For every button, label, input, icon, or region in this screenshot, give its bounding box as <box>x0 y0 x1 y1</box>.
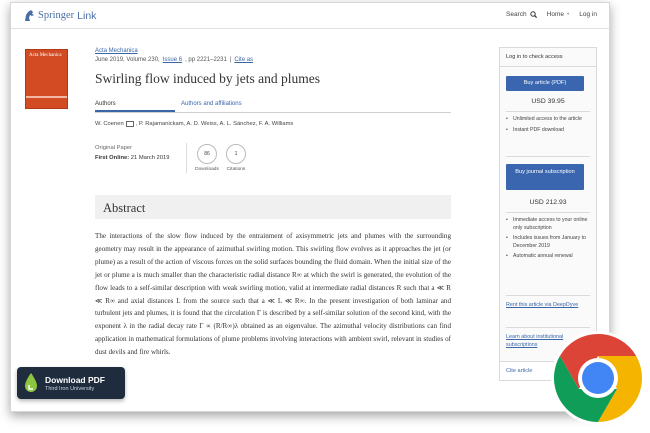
downloads-label: Downloads <box>195 167 219 172</box>
nav-search[interactable]: Search <box>506 11 537 18</box>
sidebar-divider <box>506 156 590 157</box>
sidebar-divider <box>506 295 590 296</box>
nav-home-label: Home <box>546 11 564 18</box>
download-text: Download PDF Third Iron University <box>45 375 105 392</box>
first-online-date: 21 March 2019 <box>130 155 170 161</box>
journal-features: Immediate access to your online only sub… <box>506 217 590 264</box>
sidebar-divider <box>506 327 590 328</box>
buy-article-button[interactable]: Buy article (PDF) <box>506 76 584 91</box>
login-check-access[interactable]: Log in to check access <box>500 48 596 67</box>
journal-link[interactable]: Acta Mechanica <box>95 48 138 54</box>
chrome-logo-icon <box>551 331 645 425</box>
paper-type: Original Paper <box>95 145 133 151</box>
list-item: Immediate access to your online only sub… <box>506 217 590 232</box>
abstract-header: Abstract <box>95 195 451 219</box>
download-sub-label: Third Iron University <box>45 385 95 392</box>
search-icon <box>529 11 537 18</box>
list-item: Automatic annual renewal <box>506 253 590 261</box>
download-main-label: Download PDF <box>45 374 105 385</box>
author-tabs: Authors Authors and affiliations <box>95 101 451 113</box>
downloads-count: 86 <box>197 144 217 164</box>
nav-search-label: Search <box>506 11 527 18</box>
download-pdf-button[interactable]: Download PDF Third Iron University <box>17 367 125 399</box>
cover-stripe <box>26 96 67 98</box>
first-online-label: First Online: <box>95 155 130 161</box>
sidebar-divider <box>506 111 590 112</box>
pages-text: , pp 2221–2231 <box>185 57 227 63</box>
cite-as-link[interactable]: Cite as <box>234 57 253 63</box>
date-line: June 2019, Volume 230, <box>95 57 160 63</box>
rent-deepdyve-link[interactable]: Rent this article via DeepDyve <box>506 301 590 309</box>
tab-authors[interactable]: Authors <box>95 101 175 112</box>
nav-separator: • <box>567 11 570 18</box>
logo-springer-text: Springer <box>38 10 75 21</box>
citations-metric[interactable]: 1 Citations <box>223 144 249 172</box>
top-nav: Search Home • Log in <box>506 11 597 18</box>
top-bar: Springer Link Search Home • Log in <box>11 3 609 29</box>
abstract-heading: Abstract <box>103 201 146 215</box>
email-icon[interactable] <box>125 121 134 127</box>
meta-separator: | <box>229 57 232 63</box>
list-item: Includes issues from January to December… <box>506 235 590 250</box>
issue-link[interactable]: Issue 6 <box>163 57 182 63</box>
first-author[interactable]: W. Coenen <box>95 121 124 127</box>
logo-link-text: Link <box>77 9 97 22</box>
article-title: Swirling flow induced by jets and plumes <box>95 71 320 86</box>
issue-line: June 2019, Volume 230, Issue 6 , pp 2221… <box>95 57 253 63</box>
droplet-icon <box>25 373 37 392</box>
citations-count: 1 <box>226 144 246 164</box>
abstract-text: The interactions of the slow flow induce… <box>95 232 451 357</box>
metrics-divider <box>186 143 187 173</box>
browser-window: Springer Link Search Home • Log in Acta … <box>10 2 610 412</box>
article-price: USD 39.95 <box>531 98 565 105</box>
journal-price: USD 212.93 <box>529 199 567 206</box>
first-online: First Online: 21 March 2019 <box>95 155 169 161</box>
list-item: Instant PDF download <box>506 127 590 135</box>
other-authors: , P. Rajamanickam, A. D. Weiss, A. L. Sá… <box>135 121 294 127</box>
sidebar-divider <box>506 212 590 213</box>
list-item: Unlimited access to the article <box>506 116 590 124</box>
citations-label: Citations <box>226 167 246 172</box>
springer-logo[interactable]: Springer Link <box>23 9 96 22</box>
tab-authors-affiliations[interactable]: Authors and affiliations <box>181 101 242 107</box>
downloads-metric: 86 Downloads <box>194 144 220 172</box>
nav-login[interactable]: Log in <box>579 11 597 18</box>
cover-title: Acta Mechanica <box>29 53 62 58</box>
buy-journal-button[interactable]: Buy journal subscription <box>506 164 584 190</box>
journal-cover[interactable]: Acta Mechanica <box>25 49 68 109</box>
authors-line: W. Coenen , P. Rajamanickam, A. D. Weiss… <box>95 121 293 127</box>
springer-horse-icon <box>25 10 34 21</box>
cite-article-label: Cite article <box>506 368 533 374</box>
article-features: Unlimited access to the article Instant … <box>506 116 590 137</box>
nav-home[interactable]: Home • <box>547 11 570 18</box>
nav-login-label: Log in <box>579 11 597 18</box>
